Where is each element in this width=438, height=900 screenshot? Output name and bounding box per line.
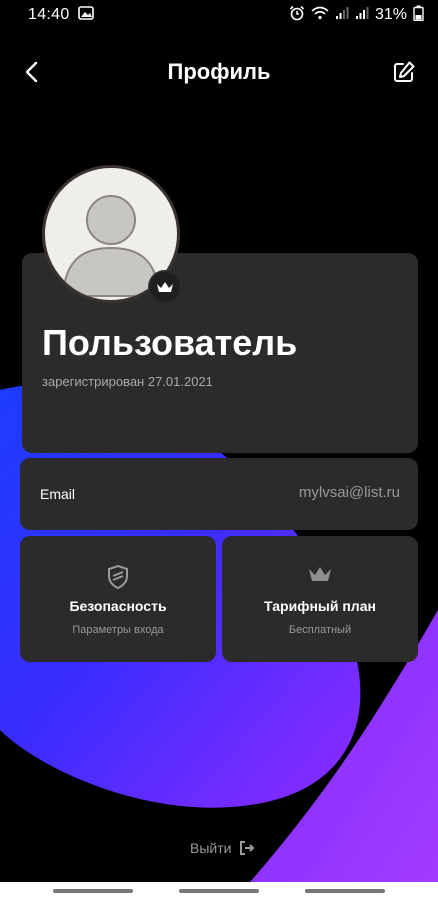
plan-tile[interactable]: Тарифный план Бесплатный: [222, 536, 418, 662]
logout-icon: [240, 841, 255, 855]
security-tile[interactable]: Безопасность Параметры входа: [20, 536, 216, 662]
shield-icon: [108, 564, 128, 590]
security-subtitle: Параметры входа: [72, 624, 164, 636]
edit-profile-button[interactable]: [386, 54, 422, 90]
battery-percent: 31%: [374, 6, 407, 23]
logout-button[interactable]: Выйти: [190, 840, 255, 856]
status-time: 14:40: [28, 6, 70, 23]
nav-recent-button[interactable]: [53, 889, 133, 893]
plan-title: Тарифный план: [264, 598, 376, 614]
security-title: Безопасность: [69, 598, 167, 614]
email-row[interactable]: Email mylvsai@list.ru: [20, 458, 418, 530]
email-label: Email: [40, 486, 76, 502]
profile-screen: Профиль Пользователь зарегистрирован 27.…: [0, 30, 438, 882]
status-left: 14:40: [28, 5, 94, 25]
back-button[interactable]: [14, 54, 50, 90]
status-right: 31%: [289, 5, 424, 26]
user-name: Пользователь: [42, 322, 298, 363]
tile-icon-wrap: [20, 564, 216, 590]
top-bar: Профиль: [0, 30, 438, 114]
page-title: Профиль: [167, 59, 271, 84]
wifi-icon: [311, 6, 329, 25]
crown-icon: [309, 567, 331, 581]
tile-icon-wrap: [222, 564, 418, 584]
crown-icon: [157, 282, 173, 292]
premium-badge: [148, 270, 182, 304]
background-art: [0, 384, 438, 882]
signal-icon-1: [335, 6, 349, 25]
plan-subtitle: Бесплатный: [288, 624, 352, 636]
registration-date: зарегистрирован 27.01.2021: [42, 374, 213, 389]
status-bar: 14:40 31%: [0, 0, 438, 30]
gallery-notification-icon: [77, 5, 94, 25]
email-value: mylvsai@list.ru: [298, 484, 400, 501]
edit-icon: [394, 61, 415, 82]
system-nav-bar: [0, 882, 438, 900]
nav-back-button[interactable]: [305, 889, 385, 893]
battery-icon: [413, 5, 424, 26]
chevron-left-icon: [25, 61, 38, 83]
logout-label: Выйти: [190, 840, 232, 856]
nav-home-button[interactable]: [179, 889, 259, 893]
alarm-icon: [289, 5, 305, 26]
signal-icon-2: [355, 6, 369, 25]
